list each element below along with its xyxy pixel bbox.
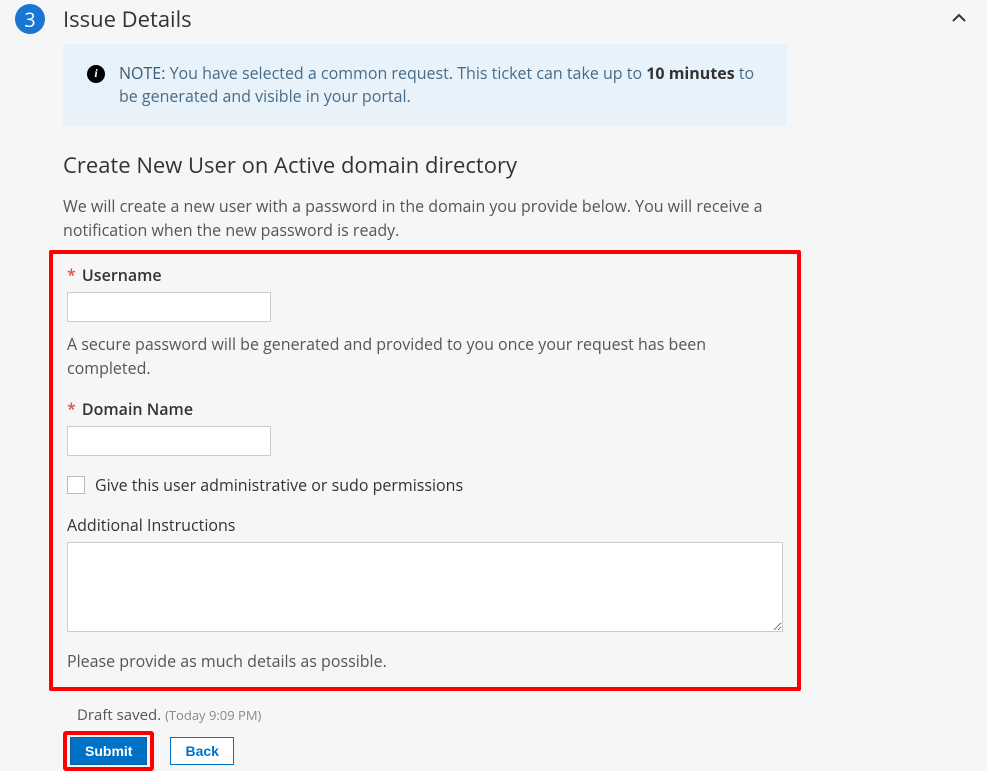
form-heading: Create New User on Active domain directo… bbox=[63, 150, 787, 180]
collapse-toggle-icon[interactable] bbox=[951, 8, 967, 32]
draft-saved-label: Draft saved. bbox=[77, 705, 161, 725]
domain-label: * Domain Name bbox=[67, 398, 783, 420]
step-number-badge: 3 bbox=[15, 4, 45, 34]
section-title: Issue Details bbox=[63, 4, 192, 34]
username-input[interactable] bbox=[67, 292, 271, 322]
note-box: i NOTE: You have selected a common reque… bbox=[63, 44, 787, 126]
additional-instructions-textarea[interactable] bbox=[67, 542, 783, 632]
section-header: 3 Issue Details bbox=[0, 0, 987, 44]
username-field-group: * Username bbox=[67, 264, 783, 322]
additional-instructions-group: Additional Instructions bbox=[67, 514, 783, 637]
admin-permission-checkbox[interactable] bbox=[67, 476, 85, 494]
required-marker: * bbox=[67, 264, 76, 286]
section-content: i NOTE: You have selected a common reque… bbox=[63, 44, 787, 771]
submit-highlight: Submit bbox=[63, 731, 154, 771]
form-description: We will create a new user with a passwor… bbox=[63, 194, 787, 242]
admin-permission-label: Give this user administrative or sudo pe… bbox=[95, 474, 463, 496]
username-label: * Username bbox=[67, 264, 783, 286]
back-button[interactable]: Back bbox=[170, 737, 233, 765]
username-help-text: A secure password will be generated and … bbox=[67, 332, 783, 380]
submit-button[interactable]: Submit bbox=[70, 737, 147, 765]
form-highlight-box: * Username A secure password will be gen… bbox=[49, 250, 801, 691]
note-text-before: You have selected a common request. This… bbox=[165, 62, 646, 84]
domain-label-text: Domain Name bbox=[82, 398, 193, 420]
draft-saved-line: Draft saved. (Today 9:09 PM) bbox=[77, 705, 787, 725]
required-marker: * bbox=[67, 398, 76, 420]
domain-field-group: * Domain Name bbox=[67, 398, 783, 456]
additional-instructions-label: Additional Instructions bbox=[67, 514, 783, 536]
additional-instructions-help: Please provide as much details as possib… bbox=[67, 649, 783, 673]
note-bold: 10 minutes bbox=[646, 62, 734, 84]
button-row: Submit Back bbox=[63, 731, 787, 771]
note-label: NOTE: bbox=[119, 62, 165, 84]
draft-saved-time: (Today 9:09 PM) bbox=[165, 706, 261, 724]
note-text: NOTE: You have selected a common request… bbox=[119, 62, 763, 108]
info-icon: i bbox=[87, 65, 105, 83]
domain-input[interactable] bbox=[67, 426, 271, 456]
username-label-text: Username bbox=[82, 264, 162, 286]
admin-permission-row: Give this user administrative or sudo pe… bbox=[67, 474, 783, 496]
